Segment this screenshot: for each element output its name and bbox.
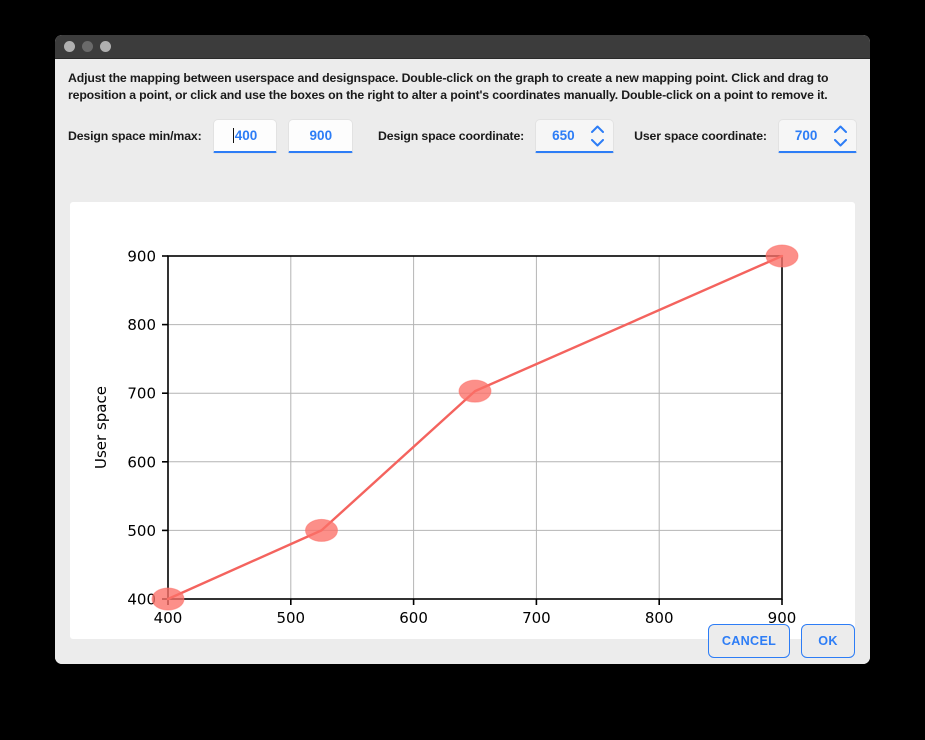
mapping-point[interactable] [151, 587, 185, 611]
plot-frame [167, 255, 783, 600]
design-space-max-value: 900 [309, 128, 333, 144]
design-space-coordinate-stepper[interactable]: 650 [535, 119, 615, 154]
user-coordinate-label: User space coordinate: [634, 129, 767, 144]
mapping-graph[interactable]: 400500600700800900400500600700800900Desi… [70, 202, 855, 639]
mapping-graph-panel[interactable]: 400500600700800900400500600700800900Desi… [70, 202, 855, 639]
y-tick-label: 700 [127, 385, 156, 403]
design-coordinate-spinner[interactable] [591, 125, 605, 147]
design-coordinate-label: Design space coordinate: [378, 129, 525, 144]
design-minmax-label: Design space min/max: [68, 129, 202, 144]
chevron-down-icon[interactable] [591, 138, 605, 147]
design-space-min-input[interactable]: 400 [212, 119, 278, 154]
design-space-min-value: 400 [234, 128, 258, 144]
y-tick-label: 900 [127, 248, 156, 266]
maximize-window-icon[interactable] [100, 41, 111, 52]
user-space-coordinate-stepper[interactable]: 700 [777, 119, 858, 154]
window-titlebar[interactable] [55, 35, 870, 59]
mapping-point[interactable] [765, 244, 799, 268]
dialog-footer: CANCEL OK [55, 618, 870, 664]
controls-row: Design space min/max: 400 900 Design spa… [55, 111, 870, 157]
screen-root: Adjust the mapping between userspace and… [0, 0, 925, 740]
instructions-text: Adjust the mapping between userspace and… [68, 71, 829, 103]
mapping-line [166, 254, 784, 601]
design-space-coordinate-value: 650 [552, 128, 575, 144]
y-axis-title: User space [92, 386, 110, 469]
cancel-button[interactable]: CANCEL [708, 624, 790, 658]
y-tick-label: 800 [127, 316, 156, 334]
chevron-down-icon[interactable] [834, 138, 848, 147]
mapping-point[interactable] [458, 379, 492, 403]
mapping-point[interactable] [305, 518, 338, 542]
chevron-up-icon[interactable] [834, 125, 848, 133]
user-coordinate-spinner[interactable] [834, 125, 848, 147]
user-space-coordinate-value: 700 [794, 128, 818, 144]
mapping-dialog-window: Adjust the mapping between userspace and… [55, 35, 870, 664]
chevron-up-icon[interactable] [591, 125, 605, 133]
dialog-body: Adjust the mapping between userspace and… [55, 59, 870, 664]
y-tick-label: 500 [127, 522, 156, 540]
design-space-max-input[interactable]: 900 [288, 119, 354, 154]
ok-button[interactable]: OK [801, 624, 855, 658]
text-caret [232, 128, 234, 144]
y-tick-label: 600 [127, 453, 156, 471]
close-window-icon[interactable] [64, 41, 75, 52]
minimize-window-icon[interactable] [82, 41, 93, 52]
